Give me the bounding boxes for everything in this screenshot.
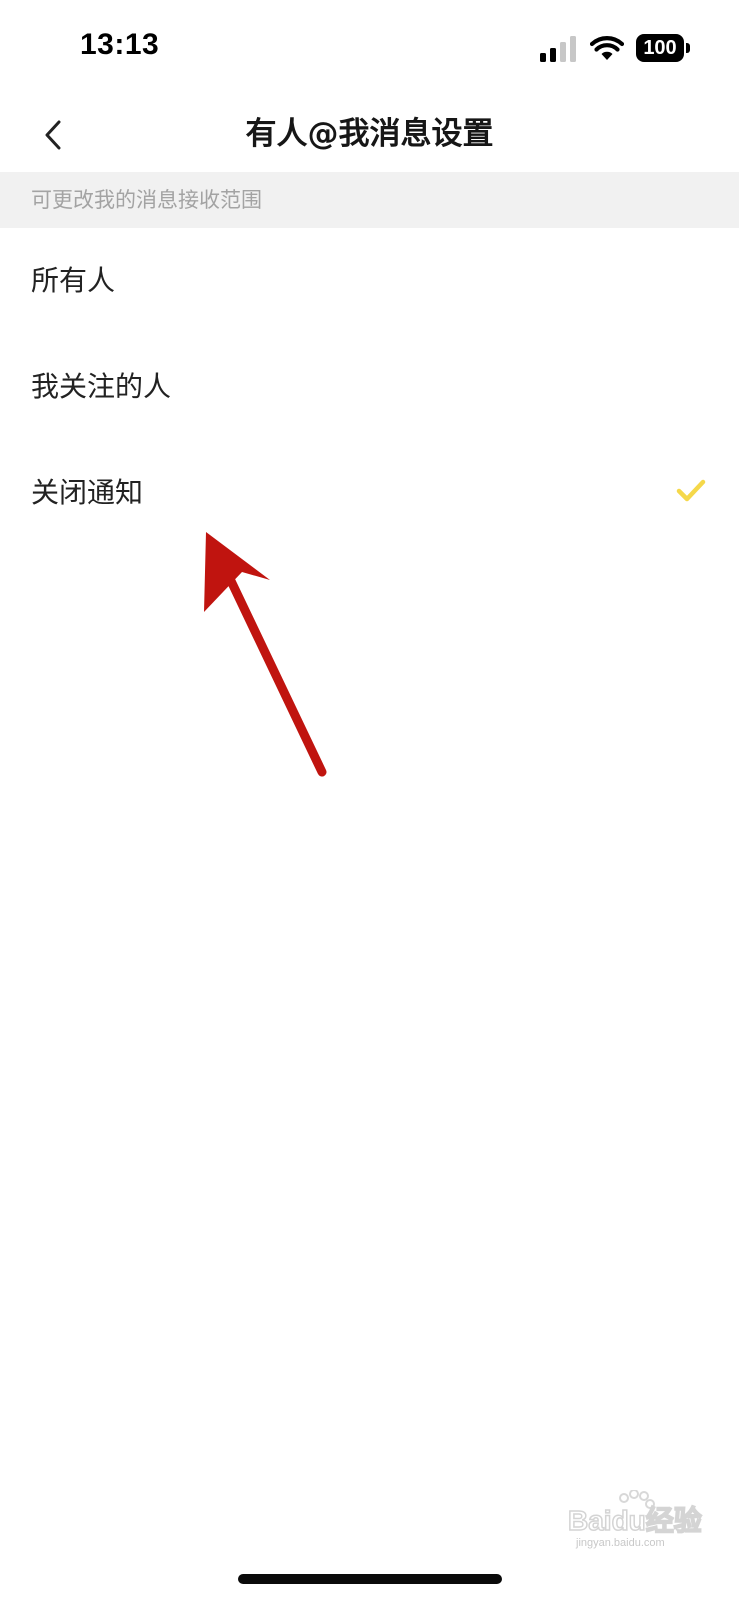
status-bar: 13:13 100: [0, 0, 739, 96]
wifi-icon: [590, 36, 624, 60]
battery-level: 100: [636, 34, 684, 62]
option-label: 我关注的人: [31, 370, 172, 403]
cellular-signal-icon: [540, 36, 576, 62]
chevron-left-icon: [45, 120, 61, 150]
screen: 13:13 100 有人@我消息设置 可更改我的消息接收范围 所有人 我关注的人…: [0, 0, 739, 1600]
option-label: 所有人: [31, 264, 116, 297]
section-header-text: 可更改我的消息接收范围: [31, 188, 262, 212]
option-label: 关闭通知: [31, 476, 144, 509]
svg-text:Baidu经验: Baidu经验: [568, 1504, 702, 1536]
option-list: 所有人 我关注的人 关闭通知: [0, 228, 739, 546]
checkmark-icon: [676, 479, 706, 502]
back-button[interactable]: [30, 106, 86, 162]
page-title: 有人@我消息设置: [245, 116, 494, 152]
option-everyone[interactable]: 所有人: [0, 228, 739, 334]
option-turn-off-notifications[interactable]: 关闭通知: [0, 440, 739, 546]
status-time: 13:13: [80, 28, 160, 61]
annotation-arrow-icon: [204, 532, 327, 777]
nav-bar: 有人@我消息设置: [0, 96, 739, 172]
battery-cap: [686, 43, 690, 53]
option-following[interactable]: 我关注的人: [0, 334, 739, 440]
svg-text:jingyan.baidu.com: jingyan.baidu.com: [575, 1537, 665, 1549]
battery-icon: 100: [636, 34, 690, 62]
baidu-watermark-logo: Baidu经验 jingyan.baidu.com: [567, 1490, 703, 1549]
home-indicator[interactable]: [238, 1574, 502, 1584]
section-header: 可更改我的消息接收范围: [0, 172, 739, 228]
